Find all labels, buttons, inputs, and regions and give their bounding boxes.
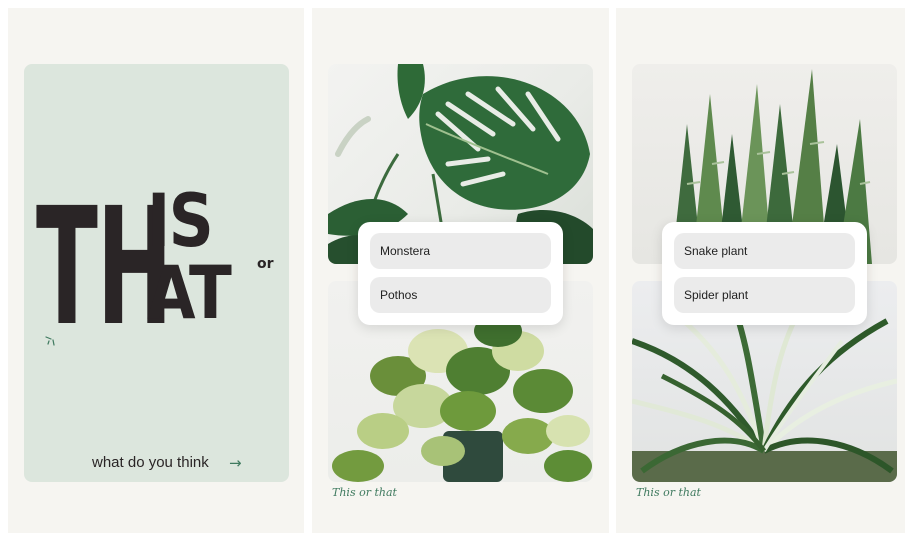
brand-signature: This or that bbox=[636, 486, 701, 499]
options-card: Monstera Pothos bbox=[358, 222, 563, 325]
option-spider-plant[interactable]: Spider plant bbox=[674, 277, 855, 313]
poll-slide-monstera-pothos: Monstera Pothos This or that bbox=[312, 8, 609, 533]
what-do-you-think-text: what do you think bbox=[92, 454, 209, 471]
option-snake-plant[interactable]: Snake plant bbox=[674, 233, 855, 269]
title-or: or bbox=[257, 256, 274, 272]
poll-slide-snake-spider: Snake plant Spider plant This or that bbox=[616, 8, 905, 533]
brand-signature: This or that bbox=[332, 486, 397, 499]
options-card: Snake plant Spider plant bbox=[662, 222, 867, 325]
sparkle-icon bbox=[45, 336, 55, 346]
title-at: AT bbox=[147, 251, 232, 336]
option-monstera[interactable]: Monstera bbox=[370, 233, 551, 269]
arrow-right-icon[interactable]: → bbox=[229, 454, 242, 472]
title-is: IS bbox=[147, 179, 214, 264]
option-pothos[interactable]: Pothos bbox=[370, 277, 551, 313]
cover-slide: TH IS AT or what do you think → bbox=[8, 8, 304, 533]
cover-card: TH IS AT or what do you think → bbox=[24, 64, 289, 482]
